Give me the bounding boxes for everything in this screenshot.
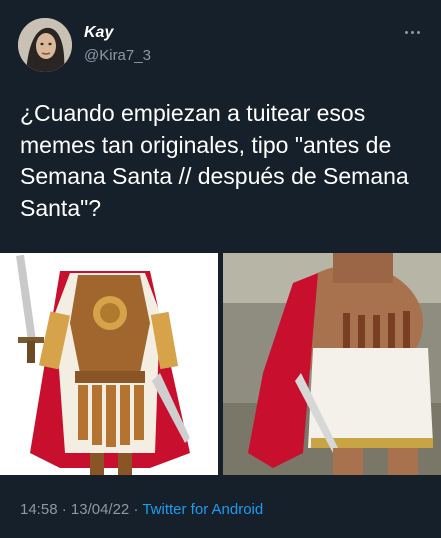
tweet-time[interactable]: 14:58 (20, 501, 58, 518)
avatar[interactable] (18, 18, 72, 72)
tweet-meta: 14:58 · 13/04/22 · Twitter for Android (20, 501, 263, 518)
author-name[interactable]: Kay (84, 24, 113, 42)
tweet-text: ¿Cuando empiezan a tuitear esos memes ta… (20, 100, 416, 221)
more-horizontal-icon[interactable] (401, 26, 423, 38)
media-image-after[interactable] (223, 253, 441, 475)
tweet-media[interactable] (0, 253, 441, 475)
author-handle[interactable]: @Kira7_3 (84, 47, 151, 64)
media-image-before[interactable] (0, 253, 218, 475)
meta-separator-2: · (129, 501, 143, 518)
meta-separator: · (57, 501, 71, 518)
tweet-source-link[interactable]: Twitter for Android (142, 501, 263, 518)
tweet-date[interactable]: 13/04/22 (71, 501, 129, 518)
tweet-header: Kay @Kira7_3 (0, 0, 441, 90)
